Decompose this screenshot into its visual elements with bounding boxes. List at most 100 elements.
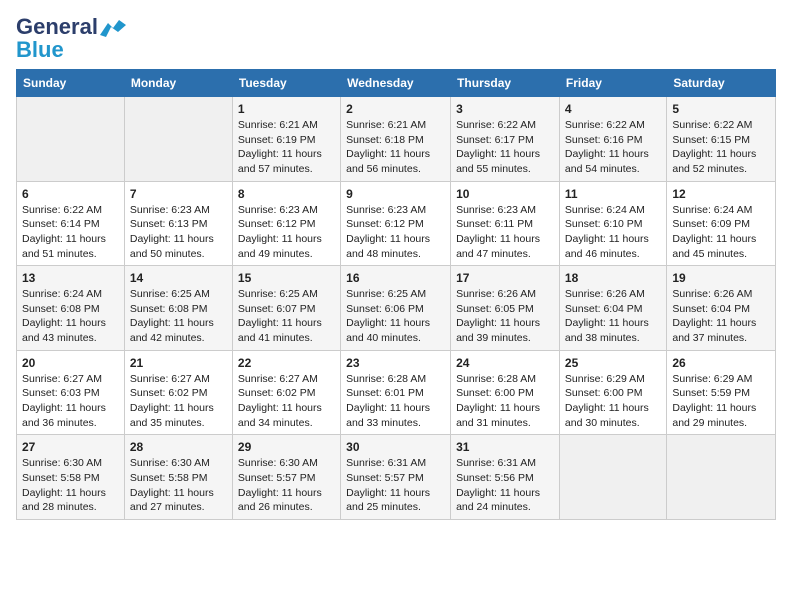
sunrise-text: Sunrise: 6:23 AM [130,204,210,216]
day-number: 19 [672,270,770,287]
day-number: 28 [130,439,227,456]
daylight-text: Daylight: 11 hours and 31 minutes. [456,402,540,429]
daylight-text: Daylight: 11 hours and 29 minutes. [672,402,756,429]
calendar-cell: 22Sunrise: 6:27 AMSunset: 6:02 PMDayligh… [232,350,340,435]
sunrise-text: Sunrise: 6:24 AM [22,288,102,300]
sunset-text: Sunset: 6:02 PM [238,387,316,399]
calendar-cell: 24Sunrise: 6:28 AMSunset: 6:00 PMDayligh… [451,350,560,435]
calendar-week-row: 1Sunrise: 6:21 AMSunset: 6:19 PMDaylight… [17,97,776,182]
col-header-monday: Monday [124,70,232,97]
calendar-cell: 4Sunrise: 6:22 AM Sunset: 6:16 PM Daylight… [559,97,666,182]
col-header-thursday: Thursday [451,70,560,97]
daylight-text: Daylight: 11 hours and 54 minutes. [565,148,649,175]
day-number: 4 [565,101,661,118]
day-number: 15 [238,270,335,287]
sunrise-text: Sunrise: 6:25 AM [346,288,426,300]
sunset-text: Sunset: 6:01 PM [346,387,424,399]
sunset-text: Sunset: 6:18 PM [346,134,424,146]
daylight-text: Daylight: 11 hours and 57 minutes. [238,148,322,175]
sunset-text: Sunset: 6:17 PM [456,134,534,146]
calendar-cell: 29Sunrise: 6:30 AMSunset: 5:57 PMDayligh… [232,435,340,520]
calendar-week-row: 6Sunrise: 6:22 AMSunset: 6:14 PMDaylight… [17,181,776,266]
sunset-text: Sunset: 6:12 PM [346,218,424,230]
sunset-text: Sunset: 5:58 PM [22,472,100,484]
sunset-text: Sunset: 6:19 PM [238,134,316,146]
day-number: 23 [346,355,445,372]
calendar-cell: 20Sunrise: 6:27 AMSunset: 6:03 PMDayligh… [17,350,125,435]
daylight-text: Daylight: 11 hours and 26 minutes. [238,487,322,514]
daylight-text: Daylight: 11 hours and 51 minutes. [22,233,106,260]
sunset-text: Sunset: 6:00 PM [456,387,534,399]
sunset-text: Sunset: 6:07 PM [238,303,316,315]
sunrise-text: Sunrise: 6:26 AM [456,288,536,300]
daylight-text: Daylight: 11 hours and 24 minutes. [456,487,540,514]
calendar-cell: 3Sunrise: 6:22 AMSunset: 6:17 PMDaylight… [451,97,560,182]
sunset-text: Sunset: 6:08 PM [22,303,100,315]
sunrise-text: Sunrise: 6:23 AM [346,204,426,216]
sunset-text: Sunset: 6:08 PM [130,303,208,315]
calendar-cell: 6Sunrise: 6:22 AMSunset: 6:14 PMDaylight… [17,181,125,266]
sunset-text: Sunset: 6:13 PM [130,218,208,230]
sunset-text: Sunset: 6:12 PM [238,218,316,230]
sunrise-text: Sunrise: 6:28 AM [346,373,426,385]
calendar-cell [559,435,666,520]
day-number: 8 [238,186,335,203]
calendar-cell: 15Sunrise: 6:25 AMSunset: 6:07 PMDayligh… [232,266,340,351]
calendar-cell: 27Sunrise: 6:30 AMSunset: 5:58 PMDayligh… [17,435,125,520]
sunrise-text: Sunrise: 6:23 AM [456,204,536,216]
day-number: 13 [22,270,119,287]
sunset-text: Sunset: 6:04 PM [565,303,643,315]
calendar-cell: 23Sunrise: 6:28 AMSunset: 6:01 PMDayligh… [341,350,451,435]
col-header-wednesday: Wednesday [341,70,451,97]
daylight-text: Daylight: 11 hours and 34 minutes. [238,402,322,429]
daylight-text: Daylight: 11 hours and 56 minutes. [346,148,430,175]
sunset-text: Sunset: 5:58 PM [130,472,208,484]
sunset-text: Sunset: 6:10 PM [565,218,643,230]
daylight-text: Daylight: 11 hours and 27 minutes. [130,487,214,514]
calendar-cell [667,435,776,520]
sunset-text: Sunset: 5:57 PM [346,472,424,484]
day-number: 5 [672,101,770,118]
daylight-text: Daylight: 11 hours and 49 minutes. [238,233,322,260]
daylight-text: Daylight: 11 hours and 50 minutes. [130,233,214,260]
daylight-text: Daylight: 11 hours and 52 minutes. [672,148,756,175]
sunset-text: Sunset: 6:02 PM [130,387,208,399]
daylight-text: Daylight: 11 hours and 36 minutes. [22,402,106,429]
calendar-cell [124,97,232,182]
daylight-text: Daylight: 11 hours and 55 minutes. [456,148,540,175]
calendar-header-row: SundayMondayTuesdayWednesdayThursdayFrid… [17,70,776,97]
calendar-cell: 30Sunrise: 6:31 AMSunset: 5:57 PMDayligh… [341,435,451,520]
calendar-cell: 18Sunrise: 6:26 AM Sunset: 6:04 PM Dayligh… [559,266,666,351]
sunrise-text: Sunrise: 6:25 AM [238,288,318,300]
day-number: 11 [565,186,661,203]
logo: GeneralBlue [16,16,128,61]
sunset-text: Sunset: 5:57 PM [238,472,316,484]
daylight-text: Daylight: 11 hours and 46 minutes. [565,233,649,260]
calendar-cell [17,97,125,182]
sunrise-text: Sunrise: 6:21 AM [346,119,426,131]
sunrise-text: Sunrise: 6:23 AM [238,204,318,216]
sunrise-text: Sunrise: 6:21 AM [238,119,318,131]
sunrise-text: Sunrise: 6:31 AM [456,457,536,469]
day-number: 2 [346,101,445,118]
daylight-text: Daylight: 11 hours and 38 minutes. [565,317,649,344]
day-number: 24 [456,355,554,372]
logo-blue: Blue [16,37,64,62]
sunrise-text: Sunrise: 6:29 AM [565,373,645,385]
sunrise-text: Sunrise: 6:26 AM [565,288,645,300]
page-header: GeneralBlue [16,16,776,61]
sunrise-text: Sunrise: 6:24 AM [565,204,645,216]
sunrise-text: Sunrise: 6:22 AM [565,119,645,131]
sunset-text: Sunset: 6:14 PM [22,218,100,230]
day-number: 20 [22,355,119,372]
day-number: 16 [346,270,445,287]
sunset-text: Sunset: 6:16 PM [565,134,643,146]
day-number: 18 [565,270,661,287]
sunrise-text: Sunrise: 6:29 AM [672,373,752,385]
sunset-text: Sunset: 6:06 PM [346,303,424,315]
day-number: 17 [456,270,554,287]
daylight-text: Daylight: 11 hours and 43 minutes. [22,317,106,344]
day-number: 3 [456,101,554,118]
col-header-friday: Friday [559,70,666,97]
calendar-cell: 21Sunrise: 6:27 AMSunset: 6:02 PMDayligh… [124,350,232,435]
